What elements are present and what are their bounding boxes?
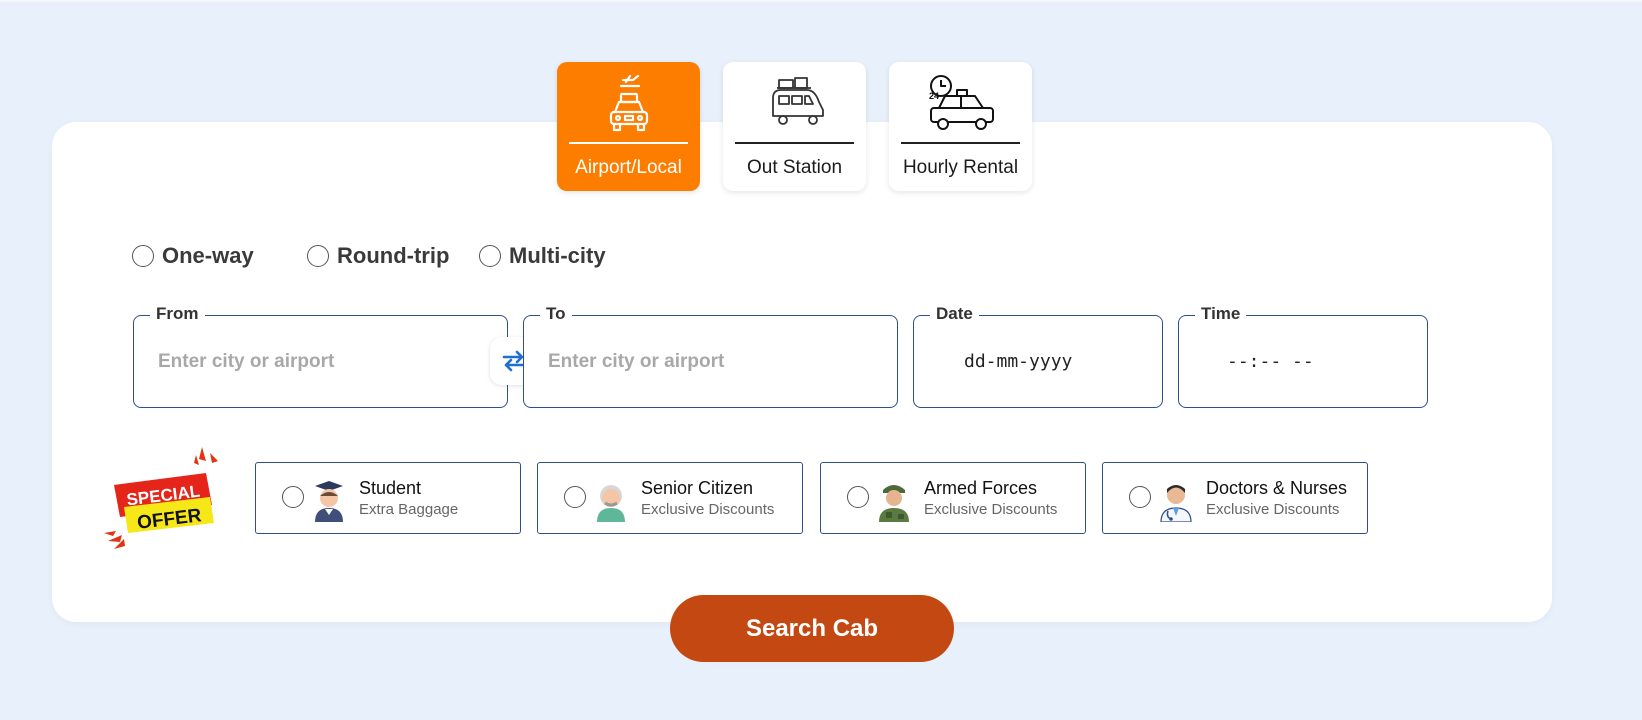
discount-senior-citizen[interactable]: Senior Citizen Exclusive Discounts	[537, 462, 803, 534]
discount-subtitle: Exclusive Discounts	[641, 501, 775, 518]
discount-subtitle: Exclusive Discounts	[1206, 501, 1340, 518]
trip-type-label: Multi-city	[509, 243, 606, 268]
van-luggage-icon	[771, 77, 824, 125]
trip-type-label: Round-trip	[337, 243, 450, 268]
tab-underline	[901, 142, 1020, 144]
discount-title: Armed Forces	[924, 478, 1038, 498]
search-cab-button[interactable]: Search Cab	[670, 595, 954, 662]
trip-type-round-trip[interactable]: Round-trip	[307, 241, 449, 271]
senior-avatar-icon	[597, 485, 625, 522]
special-offer-badge: SPECIAL OFFER	[104, 447, 218, 549]
doctor-avatar-icon	[1160, 485, 1192, 522]
tab-label: Hourly Rental	[902, 157, 1019, 178]
tab-underline	[569, 142, 688, 144]
radio-button[interactable]	[282, 486, 304, 508]
tab-label: Out Station	[746, 157, 843, 178]
to-field[interactable]: To	[523, 304, 898, 408]
trip-type-multi-city[interactable]: Multi-city	[479, 241, 606, 271]
discount-title: Senior Citizen	[641, 478, 754, 498]
from-field[interactable]: From	[133, 304, 508, 408]
trip-type-one-way[interactable]: One-way	[132, 241, 254, 271]
top-divider	[0, 0, 1642, 2]
tab-airport-local[interactable]: Airport/Local	[557, 62, 700, 191]
discount-title: Student	[359, 478, 422, 498]
date-input[interactable]: dd-mm-yyyy	[964, 351, 1072, 372]
time-label: Time	[1195, 304, 1247, 324]
trip-type-label: One-way	[162, 243, 254, 268]
from-input[interactable]	[156, 346, 460, 378]
time-field[interactable]: Time --:-- --	[1178, 304, 1428, 408]
to-label: To	[540, 304, 572, 324]
radio-button[interactable]	[847, 486, 869, 508]
discount-student[interactable]: Student Extra Baggage	[255, 462, 521, 534]
tab-underline	[735, 142, 854, 144]
discount-subtitle: Exclusive Discounts	[924, 501, 1058, 518]
time-input[interactable]: --:-- --	[1227, 351, 1314, 372]
date-label: Date	[930, 304, 979, 324]
soldier-avatar-icon	[879, 485, 909, 522]
radio-button[interactable]	[1129, 486, 1151, 508]
tab-out-station[interactable]: Out Station	[723, 62, 866, 191]
to-input[interactable]	[546, 346, 850, 378]
airport-taxi-icon	[609, 74, 648, 132]
date-field[interactable]: Date dd-mm-yyyy	[913, 304, 1163, 408]
radio-button[interactable]	[564, 486, 586, 508]
taxi-24h-icon: 24	[929, 75, 994, 130]
svg-text:24: 24	[929, 91, 939, 101]
student-avatar-icon	[315, 481, 343, 522]
discount-title: Doctors & Nurses	[1206, 478, 1348, 498]
radio-button[interactable]	[132, 245, 154, 267]
tab-hourly-rental[interactable]: 24 Hourly Rental	[889, 62, 1032, 191]
radio-button[interactable]	[307, 245, 329, 267]
discount-armed-forces[interactable]: Armed Forces Exclusive Discounts	[820, 462, 1086, 534]
discount-subtitle: Extra Baggage	[359, 501, 459, 518]
tab-label: Airport/Local	[575, 157, 682, 178]
discount-doctors-nurses[interactable]: Doctors & Nurses Exclusive Discounts	[1102, 462, 1368, 534]
from-label: From	[150, 304, 205, 324]
radio-button[interactable]	[479, 245, 501, 267]
